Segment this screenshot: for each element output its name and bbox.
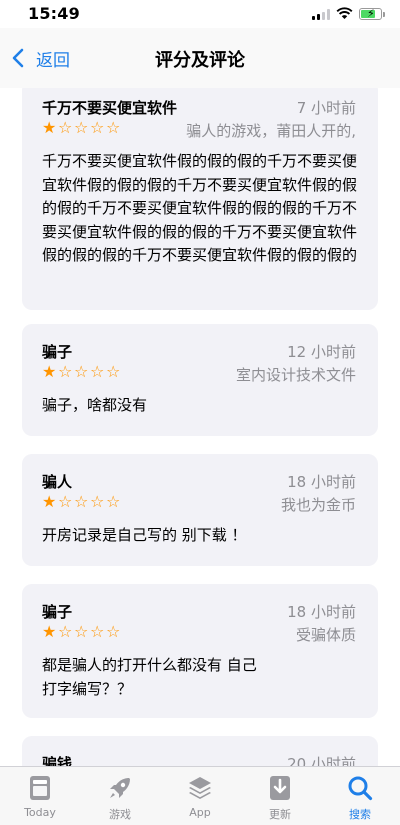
tab-label: 更新 [269, 808, 291, 821]
star-empty-icon: ☆ [74, 492, 89, 511]
tab-bar: Today 游戏 App 更新 搜索 [0, 766, 400, 825]
tab-label: Today [24, 806, 56, 819]
star-empty-icon: ☆ [58, 362, 73, 381]
review-body: 骗子，啥都没有 [42, 396, 148, 414]
star-empty-icon: ☆ [90, 362, 105, 381]
star-empty-icon: ☆ [58, 118, 73, 137]
star-filled-icon: ★ [42, 492, 57, 511]
star-rating: ★ ☆ ☆ ☆ ☆ [42, 120, 122, 136]
search-icon [346, 774, 374, 802]
star-filled-icon: ★ [42, 118, 57, 137]
rocket-icon [106, 774, 134, 802]
star-rating: ★ ☆ ☆ ☆ ☆ [42, 624, 122, 640]
today-icon [26, 774, 54, 802]
review-title: 骗人 [42, 473, 73, 491]
star-filled-icon: ★ [42, 362, 57, 381]
review-body: 千万不要买便宜软件假的假的假的千万不要买便宜软件假的假的假的千万不要买便宜软件假… [42, 152, 358, 264]
tab-search[interactable]: 搜索 [320, 767, 400, 825]
status-bar: 15:49 ⚡ [0, 0, 400, 28]
review-body: 开房记录是自己写的 别下载 ！ [42, 526, 247, 544]
tab-updates[interactable]: 更新 [240, 767, 320, 825]
review-card[interactable]: 骗子 18 小时前 ★ ☆ ☆ ☆ ☆ 受骗体质 都是骗人的打开什么都没有 自己… [22, 584, 378, 718]
tab-games[interactable]: 游戏 [80, 767, 160, 825]
wifi-icon [336, 7, 353, 19]
review-title: 骗钱 [42, 755, 73, 766]
review-card[interactable]: 千万不要买便宜软件 7 小时前 ★ ☆ ☆ ☆ ☆ 骗人的游戏，莆田人开的, 千… [22, 88, 378, 310]
tab-label: 搜索 [349, 808, 371, 821]
tab-label: App [189, 806, 211, 819]
star-empty-icon: ☆ [90, 118, 105, 137]
star-rating: ★ ☆ ☆ ☆ ☆ [42, 364, 122, 380]
review-author: 骗人的游戏，莆田人开的, [186, 122, 356, 140]
star-empty-icon: ☆ [74, 362, 89, 381]
star-empty-icon: ☆ [106, 362, 121, 381]
star-empty-icon: ☆ [58, 492, 73, 511]
tab-label: 游戏 [109, 808, 131, 821]
star-empty-icon: ☆ [58, 622, 73, 641]
battery-icon: ⚡ [359, 7, 385, 20]
review-time: 18 小时前 [287, 473, 356, 491]
tab-today[interactable]: Today [0, 767, 80, 825]
review-body: 都是骗人的打开什么都没有 自己打字编写？？ [42, 656, 257, 698]
reviews-list[interactable]: 千万不要买便宜软件 7 小时前 ★ ☆ ☆ ☆ ☆ 骗人的游戏，莆田人开的, 千… [0, 88, 400, 766]
review-time: 12 小时前 [287, 343, 356, 361]
star-empty-icon: ☆ [90, 622, 105, 641]
review-author: 室内设计技术文件 [235, 366, 356, 384]
download-icon [266, 774, 294, 802]
review-time: 7 小时前 [296, 99, 356, 117]
review-time: 20 小时前 [287, 755, 356, 766]
review-card[interactable]: 骗钱 20 小时前 [22, 736, 378, 766]
review-card[interactable]: 骗子 12 小时前 ★ ☆ ☆ ☆ ☆ 室内设计技术文件 骗子，啥都没有 [22, 324, 378, 436]
review-time: 18 小时前 [287, 603, 356, 621]
star-rating: ★ ☆ ☆ ☆ ☆ [42, 494, 122, 510]
star-empty-icon: ☆ [74, 622, 89, 641]
review-card[interactable]: 骗人 18 小时前 ★ ☆ ☆ ☆ ☆ 我也为金币 开房记录是自己写的 别下载 … [22, 454, 378, 566]
star-empty-icon: ☆ [106, 622, 121, 641]
app-stack-icon [186, 774, 214, 802]
status-time: 15:49 [28, 4, 80, 23]
page-title: 评分及评论 [155, 50, 245, 71]
review-title: 骗子 [42, 343, 73, 361]
review-title: 千万不要买便宜软件 [42, 99, 178, 117]
star-empty-icon: ☆ [74, 118, 89, 137]
review-author: 我也为金币 [280, 496, 356, 514]
review-author: 受骗体质 [295, 626, 356, 644]
navigation-bar: 返回 评分及评论 [0, 28, 400, 88]
star-empty-icon: ☆ [106, 118, 121, 137]
star-empty-icon: ☆ [106, 492, 121, 511]
star-filled-icon: ★ [42, 622, 57, 641]
tab-apps[interactable]: App [160, 767, 240, 825]
review-title: 骗子 [42, 603, 73, 621]
star-empty-icon: ☆ [90, 492, 105, 511]
cellular-signal-icon [312, 9, 330, 20]
